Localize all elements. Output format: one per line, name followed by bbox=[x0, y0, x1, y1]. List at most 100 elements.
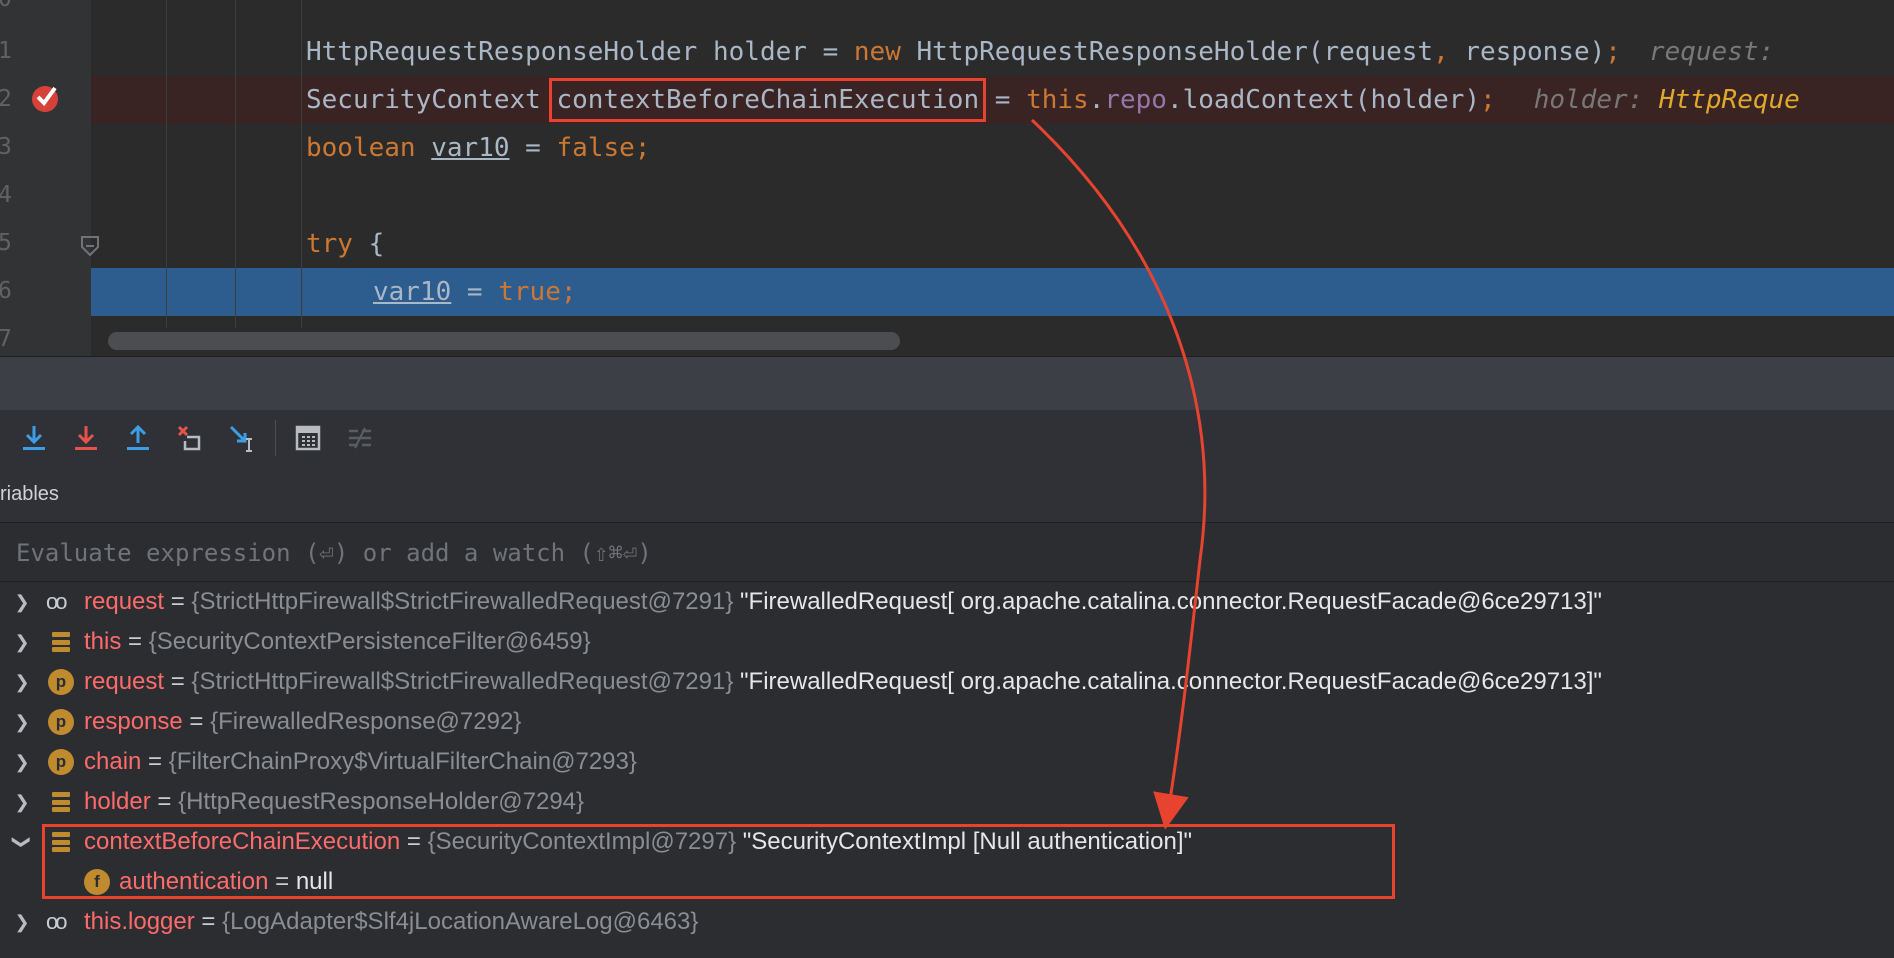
code-editor[interactable]: 0 1 2 3 4 5 6 7 HttpRequestResponseHolde… bbox=[0, 0, 1894, 356]
evaluate-bar bbox=[0, 523, 1894, 582]
variable-eq: = bbox=[121, 628, 149, 655]
code-variable: var10 bbox=[373, 277, 452, 307]
code-token: = bbox=[979, 85, 1027, 115]
variable-row[interactable]: ❯ contextBeforeChainExecution = {Securit… bbox=[0, 822, 1894, 862]
indent-guide bbox=[301, 0, 302, 356]
variable-type: {SecurityContextPersistenceFilter@6459} bbox=[148, 628, 591, 655]
local-variable-icon bbox=[50, 829, 72, 855]
code-line-5[interactable]: try { bbox=[306, 229, 384, 259]
code-keyword: true bbox=[498, 277, 561, 307]
variable-type: {StrictHttpFirewall$StrictFirewalledRequ… bbox=[191, 588, 734, 615]
line-number: 4 bbox=[0, 182, 12, 208]
code-token: { bbox=[352, 229, 385, 259]
watch-glasses-icon: oo bbox=[46, 589, 67, 614]
watch-glasses-icon: oo bbox=[46, 909, 67, 934]
variable-name: request bbox=[84, 588, 165, 615]
code-token: ; bbox=[1480, 85, 1496, 115]
code-variable: var10 bbox=[431, 133, 510, 163]
variable-name: request bbox=[84, 668, 165, 695]
parameter-icon: p bbox=[48, 669, 74, 695]
code-line-3[interactable]: boolean var10 = false; bbox=[306, 133, 650, 163]
toolbar-separator bbox=[275, 420, 276, 456]
editor-gutter[interactable] bbox=[0, 0, 91, 356]
evaluate-icon[interactable] bbox=[292, 422, 324, 454]
code-token: = bbox=[509, 133, 557, 163]
variable-name: this.logger bbox=[84, 908, 195, 935]
variable-row[interactable]: ❯ p request = {StrictHttpFirewall$Strict… bbox=[0, 662, 1894, 702]
horizontal-scrollbar-thumb[interactable] bbox=[108, 332, 900, 350]
variable-eq: = bbox=[194, 908, 223, 935]
variable-row[interactable]: ❯ holder = {HttpRequestResponseHolder@72… bbox=[0, 782, 1894, 822]
debug-toolbar bbox=[0, 410, 1894, 467]
chevron-right-icon[interactable]: ❯ bbox=[12, 742, 32, 782]
chevron-right-icon[interactable]: ❯ bbox=[12, 702, 32, 742]
variable-eq: = bbox=[164, 588, 192, 615]
step-into-icon[interactable] bbox=[70, 422, 102, 454]
variable-row[interactable]: ❯ oo this.logger = {LogAdapter$Slf4jLoca… bbox=[0, 902, 1894, 942]
trace-icon[interactable] bbox=[344, 422, 376, 454]
code-line-1[interactable]: HttpRequestResponseHolder holder = new H… bbox=[306, 37, 1790, 67]
variable-name: authentication bbox=[119, 868, 269, 895]
variable-type: {FilterChainProxy$VirtualFilterChain@729… bbox=[168, 748, 637, 775]
field-icon: f bbox=[84, 869, 110, 895]
evaluate-expression-input[interactable] bbox=[14, 535, 1818, 571]
drop-frame-icon[interactable] bbox=[174, 422, 206, 454]
code-token: response) bbox=[1448, 37, 1606, 67]
line-number: 0 bbox=[0, 0, 12, 12]
context-before-chain-execution-var[interactable]: contextBeforeChainExecution bbox=[549, 78, 987, 122]
code-keyword: try bbox=[306, 229, 353, 259]
fold-icon[interactable] bbox=[80, 235, 100, 259]
variable-value: "FirewalledRequest[ org.apache.catalina.… bbox=[733, 668, 1602, 695]
code-keyword: false bbox=[556, 133, 635, 163]
parameter-icon: p bbox=[48, 709, 74, 735]
variable-name: contextBeforeChainExecution bbox=[84, 828, 401, 855]
code-keyword: boolean bbox=[306, 133, 416, 163]
run-to-cursor-icon[interactable] bbox=[226, 422, 258, 454]
variable-eq: = bbox=[268, 868, 296, 895]
code-token: ; bbox=[560, 277, 577, 307]
debug-panel-header bbox=[0, 356, 1894, 411]
local-variable-icon bbox=[50, 789, 72, 815]
variable-eq: = bbox=[400, 828, 428, 855]
step-out-icon[interactable] bbox=[122, 422, 154, 454]
inline-value-hint-type: HttpReque bbox=[1658, 85, 1800, 115]
breakpoint-icon[interactable] bbox=[30, 82, 62, 114]
current-execution-line bbox=[91, 268, 1894, 316]
code-token: ; bbox=[1605, 37, 1621, 67]
step-over-icon[interactable] bbox=[18, 422, 50, 454]
variable-type: {StrictHttpFirewall$StrictFirewalledRequ… bbox=[191, 668, 734, 695]
code-token: , bbox=[1433, 37, 1449, 67]
code-line-2[interactable]: SecurityContext contextBeforeChainExecut… bbox=[306, 78, 1800, 122]
code-token: HttpRequestResponseHolder(request bbox=[900, 37, 1434, 67]
code-token: .loadContext(holder) bbox=[1166, 85, 1481, 115]
code-token: holder = bbox=[697, 37, 854, 67]
chevron-right-icon[interactable]: ❯ bbox=[12, 902, 32, 942]
code-token: = bbox=[451, 277, 499, 307]
variable-eq: = bbox=[150, 788, 179, 815]
inline-value-hint: holder: bbox=[1533, 85, 1659, 115]
variable-type: {FirewalledResponse@7292} bbox=[210, 708, 522, 735]
indent-guide bbox=[235, 0, 236, 356]
variable-row[interactable]: ❯ this = {SecurityContextPersistenceFilt… bbox=[0, 622, 1894, 662]
line-number: 3 bbox=[0, 134, 12, 160]
variable-row[interactable]: ❯ oo request = {StrictHttpFirewall$Stric… bbox=[0, 582, 1894, 622]
variable-value: null bbox=[295, 868, 334, 895]
chevron-right-icon[interactable]: ❯ bbox=[12, 622, 32, 662]
variable-row[interactable]: ❯ p chain = {FilterChainProxy$VirtualFil… bbox=[0, 742, 1894, 782]
chevron-right-icon[interactable]: ❯ bbox=[12, 782, 32, 822]
variable-type: {SecurityContextImpl@7297} bbox=[427, 828, 737, 855]
code-keyword: new bbox=[853, 37, 901, 67]
variable-name: this bbox=[84, 628, 122, 655]
variable-name: holder bbox=[84, 788, 151, 815]
chevron-down-icon[interactable]: ❯ bbox=[2, 832, 42, 852]
chevron-right-icon[interactable]: ❯ bbox=[12, 662, 32, 702]
variable-child-row[interactable]: f authentication = null bbox=[0, 862, 1894, 902]
line-number: 2 bbox=[0, 86, 12, 112]
variable-row[interactable]: ❯ p response = {FirewalledResponse@7292} bbox=[0, 702, 1894, 742]
code-line-6[interactable]: var10 = true; bbox=[373, 277, 577, 307]
local-variable-icon bbox=[50, 629, 72, 655]
chevron-right-icon[interactable]: ❯ bbox=[12, 582, 32, 622]
variable-eq: = bbox=[182, 708, 211, 735]
variables-tab[interactable]: riables bbox=[0, 466, 1894, 523]
